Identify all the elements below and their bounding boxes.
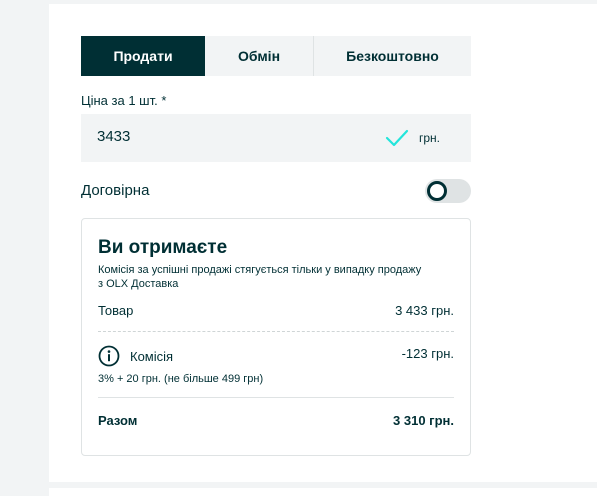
deal-type-tabs: Продати Обмін Безкоштовно (81, 36, 471, 76)
payout-summary: Ви отримаєте Комісія за успішні продажі … (81, 218, 471, 456)
toggle-knob (427, 181, 447, 201)
fee-detail: 3% + 20 грн. (не більше 499 грн) (98, 373, 264, 385)
price-label: Ціна за 1 шт. * (81, 93, 167, 108)
fee-label: Комісія (130, 349, 174, 364)
item-value: 3 433 грн. (395, 303, 454, 318)
form-card: Продати Обмін Безкоштовно Ціна за 1 шт. … (49, 4, 597, 482)
currency-label: грн. (419, 131, 441, 145)
fee-value: -123 грн. (401, 346, 454, 361)
summary-note: Комісія за успішні продажі стягується ті… (98, 264, 422, 290)
total-value: 3 310 грн. (393, 413, 454, 428)
item-label: Товар (98, 303, 134, 318)
divider (98, 331, 454, 332)
tab-exchange[interactable]: Обмін (205, 36, 313, 76)
next-section-card (49, 488, 597, 496)
price-value[interactable]: 3433 (97, 128, 130, 145)
negotiable-toggle[interactable] (425, 179, 471, 203)
divider (98, 397, 454, 398)
total-label: Разом (98, 413, 138, 428)
info-icon[interactable] (98, 345, 120, 367)
tab-free[interactable]: Безкоштовно (314, 36, 471, 76)
price-input[interactable]: 3433 грн. (81, 114, 471, 162)
tab-sell[interactable]: Продати (81, 36, 205, 76)
check-icon (385, 129, 409, 147)
summary-title: Ви отримаєте (98, 237, 228, 258)
negotiable-label: Договірна (81, 182, 150, 199)
